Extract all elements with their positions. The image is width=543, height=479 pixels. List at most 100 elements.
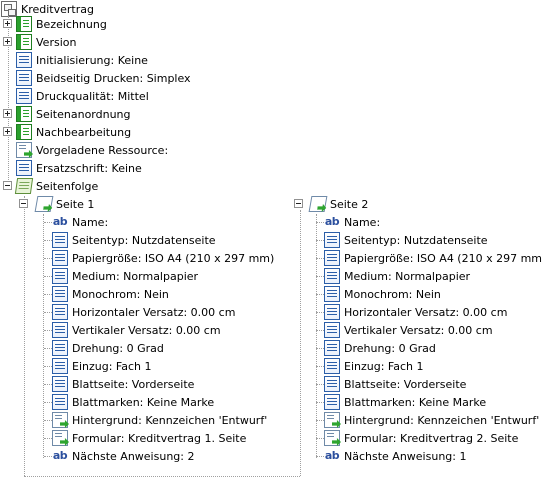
page-property-label: Medium: Normalpapier	[344, 269, 471, 283]
property-icon	[16, 52, 32, 68]
page-property-row[interactable]: Blattmarken: Keine Marke	[44, 393, 215, 411]
page-property-label: Blattseite: Vorderseite	[72, 377, 195, 391]
expand-toggle[interactable]	[3, 109, 12, 118]
property-icon	[52, 286, 68, 302]
tree-guide	[316, 294, 324, 295]
property-icon	[324, 304, 340, 320]
tree-guide	[316, 402, 324, 403]
page-property-row[interactable]: Drehung: 0 Grad	[316, 339, 436, 357]
tree-guide	[316, 276, 324, 277]
page-property-row[interactable]: Seitentyp: Nutzdatenseite	[316, 231, 488, 249]
page-property-label: Einzug: Fach 1	[344, 359, 424, 373]
tree-item-label: Bezeichnung	[36, 17, 107, 31]
page-property-row[interactable]: Papiergröße: ISO A4 (210 x 297 mm)	[316, 249, 543, 267]
page-property-row[interactable]: Medium: Normalpapier	[44, 267, 198, 285]
page-property-row[interactable]: Blattseite: Vorderseite	[44, 375, 195, 393]
page-property-label: Drehung: 0 Grad	[72, 341, 164, 355]
page-property-label: Monochrom: Nein	[344, 287, 441, 301]
page-property-label: Horizontaler Versatz: 0.00 cm	[344, 305, 508, 319]
property-icon	[324, 232, 340, 248]
property-icon	[324, 268, 340, 284]
tree-guide	[44, 276, 52, 277]
tree-item-label: Vorgeladene Ressource:	[36, 143, 169, 157]
page-property-row[interactable]: Vertikaler Versatz: 0.00 cm	[44, 321, 221, 339]
property-icon	[324, 286, 340, 302]
property-icon	[52, 340, 68, 356]
property-icon	[52, 358, 68, 374]
tree-guide	[316, 240, 324, 241]
page-property-row[interactable]: Formular: Kreditvertrag 2. Seite	[316, 429, 519, 447]
page-property-row[interactable]: Medium: Normalpapier	[316, 267, 471, 285]
tree-guide	[44, 438, 52, 439]
page-property-row[interactable]: Horizontaler Versatz: 0.00 cm	[316, 303, 508, 321]
collapse-toggle[interactable]	[3, 181, 12, 190]
page-property-row[interactable]: Papiergröße: ISO A4 (210 x 297 mm)	[44, 249, 275, 267]
property-icon	[52, 394, 68, 410]
property-icon	[324, 322, 340, 338]
page-property-row[interactable]: Monochrom: Nein	[44, 285, 169, 303]
group-icon	[16, 124, 32, 140]
tree-item-seitenfolge[interactable]: Seitenfolge	[0, 177, 98, 195]
tree-item-ersatzschrift[interactable]: Ersatzschrift: Keine	[0, 159, 142, 177]
property-icon	[52, 232, 68, 248]
page-property-row[interactable]: Blattseite: Vorderseite	[316, 375, 466, 393]
page-property-row[interactable]: ab Name:	[44, 213, 108, 231]
page-property-label: Drehung: 0 Grad	[344, 341, 436, 355]
expand-toggle[interactable]	[3, 19, 12, 28]
tree-item-seitenanordnung[interactable]: Seitenanordnung	[0, 105, 131, 123]
page-property-row[interactable]: Vertikaler Versatz: 0.00 cm	[316, 321, 493, 339]
page-property-row[interactable]: ab Name:	[316, 213, 380, 231]
page-property-row[interactable]: Formular: Kreditvertrag 1. Seite	[44, 429, 246, 447]
page-property-row[interactable]: ab Nächste Anweisung: 2	[44, 447, 194, 465]
resource-icon	[52, 412, 68, 428]
tree-guide	[44, 294, 52, 295]
tree-item-druckqualitaet[interactable]: Druckqualität: Mittel	[0, 87, 149, 105]
tree-guide	[44, 330, 52, 331]
page-property-row[interactable]: Hintergrund: Kennzeichen 'Entwurf'	[316, 411, 539, 429]
tree-item-bezeichnung[interactable]: Bezeichnung	[0, 15, 107, 33]
tree-item-version[interactable]: Version	[0, 33, 76, 51]
page-property-row[interactable]: Hintergrund: Kennzeichen 'Entwurf'	[44, 411, 267, 429]
property-icon	[52, 250, 68, 266]
expand-toggle[interactable]	[3, 127, 12, 136]
page-property-row[interactable]: Monochrom: Nein	[316, 285, 441, 303]
page-property-row[interactable]: Seitentyp: Nutzdatenseite	[44, 231, 216, 249]
tree-guide	[316, 366, 324, 367]
page-icon	[308, 196, 328, 212]
tree-item-seite-2[interactable]: Seite 2	[0, 195, 368, 213]
page-property-row[interactable]: Blattmarken: Keine Marke	[316, 393, 487, 411]
tree-guide	[44, 420, 52, 421]
property-icon	[324, 340, 340, 356]
tree-item-label: Seitenfolge	[36, 179, 99, 193]
page-property-label: Einzug: Fach 1	[72, 359, 152, 373]
tree-guide	[316, 330, 324, 331]
tree-item-beidseitig-drucken[interactable]: Beidseitig Drucken: Simplex	[0, 69, 191, 87]
expand-toggle[interactable]	[3, 37, 12, 46]
group-icon	[16, 16, 32, 32]
page-property-label: Nächste Anweisung: 1	[344, 449, 467, 463]
tree-guide	[300, 210, 301, 476]
page-property-row[interactable]: Drehung: 0 Grad	[44, 339, 164, 357]
property-icon	[324, 394, 340, 410]
property-icon	[16, 70, 32, 86]
tree-item-initialisierung[interactable]: Initialisierung: Keine	[0, 51, 148, 69]
tree-item-nachbearbeitung[interactable]: Nachbearbeitung	[0, 123, 131, 141]
page-property-label: Vertikaler Versatz: 0.00 cm	[72, 323, 221, 337]
page-property-label: Papiergröße: ISO A4 (210 x 297 mm)	[72, 251, 275, 265]
page-property-row[interactable]: Einzug: Fach 1	[44, 357, 152, 375]
page-property-row[interactable]: Einzug: Fach 1	[316, 357, 424, 375]
tree-guide	[44, 222, 52, 223]
page-property-row[interactable]: Horizontaler Versatz: 0.00 cm	[44, 303, 235, 321]
tree-item-vorgeladene-ressource[interactable]: Vorgeladene Ressource:	[0, 141, 168, 159]
page-property-label: Blattmarken: Keine Marke	[344, 395, 487, 409]
resource-icon	[52, 430, 68, 446]
page-property-label: Blattmarken: Keine Marke	[72, 395, 215, 409]
collapse-toggle[interactable]	[294, 199, 303, 208]
property-icon	[16, 160, 32, 176]
tree-guide	[316, 312, 324, 313]
text-icon: ab	[324, 215, 340, 228]
property-icon	[52, 376, 68, 392]
page-property-label: Formular: Kreditvertrag 2. Seite	[344, 431, 519, 445]
page-property-row[interactable]: ab Nächste Anweisung: 1	[316, 447, 467, 465]
tree-guide	[316, 214, 317, 458]
